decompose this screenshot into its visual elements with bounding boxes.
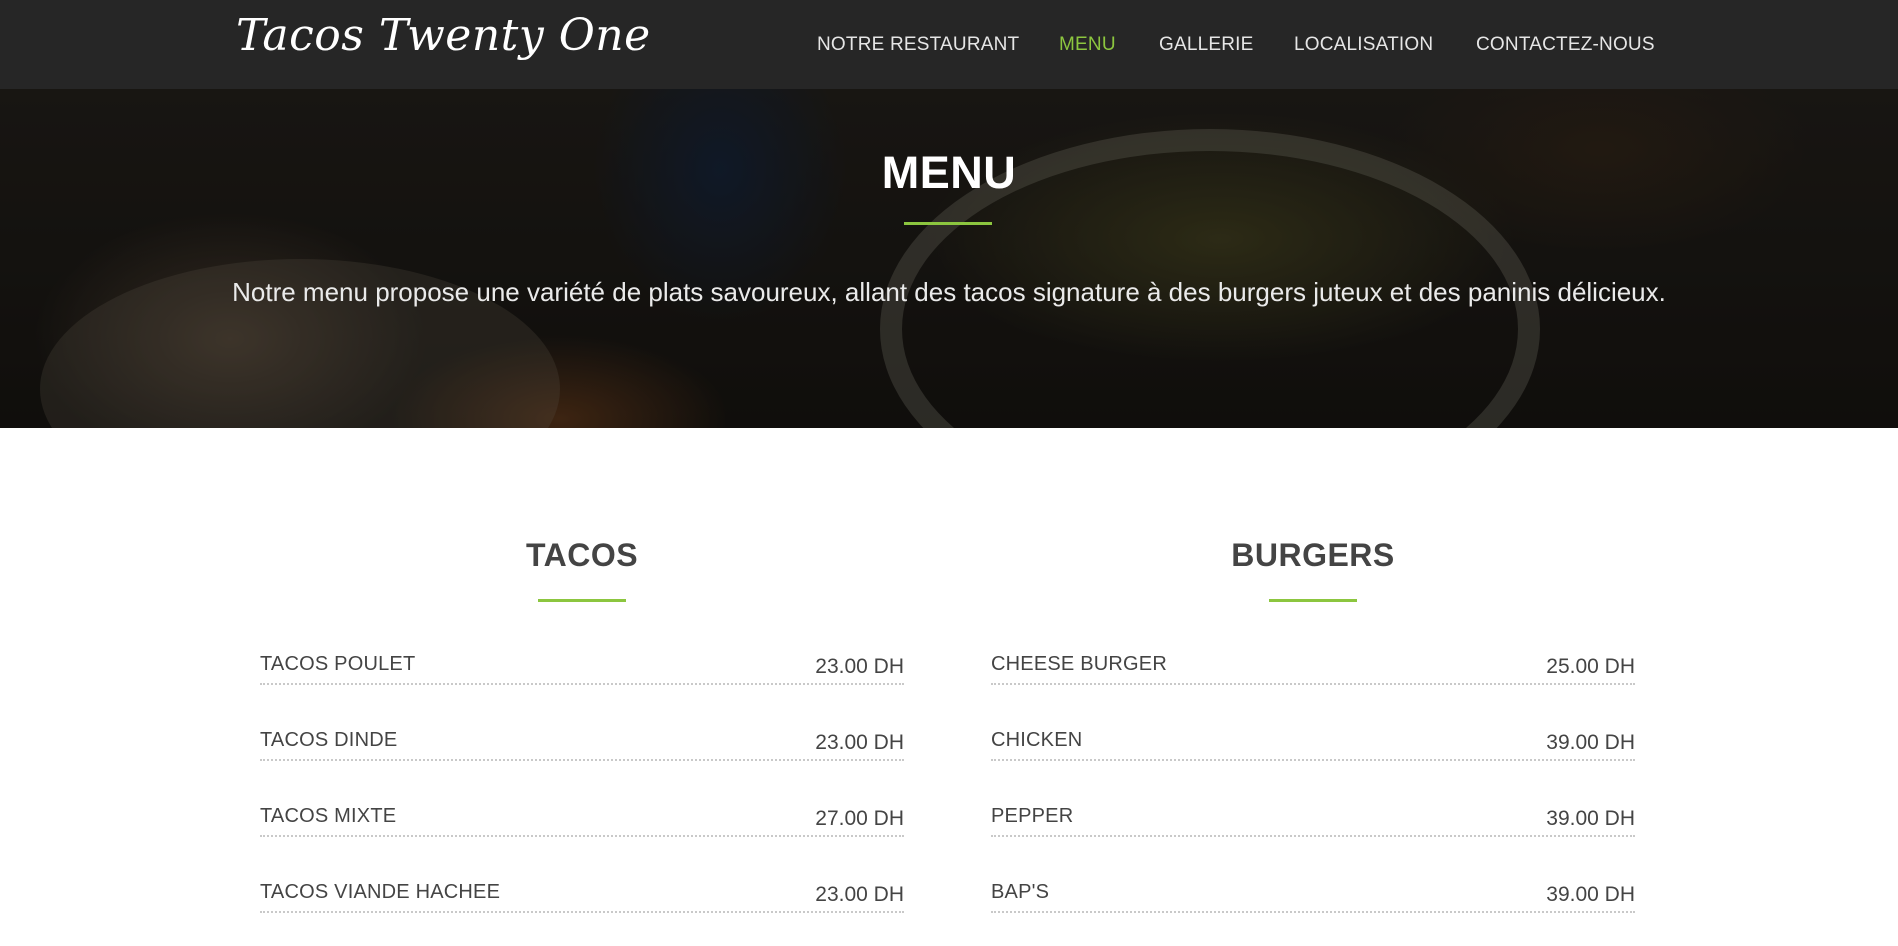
menu-item-name: PEPPER — [991, 805, 1074, 827]
menu-item-name: CHEESE BURGER — [991, 653, 1167, 675]
menu-item-name: BAP'S — [991, 881, 1050, 903]
menu-item-name: TACOS MIXTE — [260, 805, 397, 827]
nav-link-gallerie[interactable]: GALLERIE — [1159, 34, 1254, 56]
menu-item: PEPPER 39.00 DH — [991, 800, 1635, 837]
title-divider — [904, 222, 992, 225]
brand-logo[interactable]: Tacos Twenty One — [236, 10, 651, 61]
menu-item-name: TACOS POULET — [260, 653, 416, 675]
section-title: BURGERS — [1231, 537, 1395, 573]
menu-item-name: TACOS DINDE — [260, 729, 398, 751]
menu-item-price: 23.00 DH — [815, 655, 904, 678]
menu-item-price: 23.00 DH — [815, 731, 904, 754]
menu-item-price: 25.00 DH — [1546, 655, 1635, 678]
section-divider — [538, 599, 626, 602]
menu-item: TACOS VIANDE HACHEE 23.00 DH — [260, 876, 904, 913]
menu-item: TACOS MIXTE 27.00 DH — [260, 800, 904, 837]
menu-list: TACOS POULET 23.00 DH TACOS DINDE 23.00 … — [260, 648, 904, 913]
menu-item-price: 39.00 DH — [1546, 883, 1635, 906]
menu-item-name: CHICKEN — [991, 729, 1083, 751]
nav-link-notre-restaurant[interactable]: NOTRE RESTAURANT — [817, 34, 1019, 56]
section-divider — [1269, 599, 1357, 602]
menu-item-price: 39.00 DH — [1546, 731, 1635, 754]
menu-item-price: 39.00 DH — [1546, 807, 1635, 830]
nav-link-localisation[interactable]: LOCALISATION — [1294, 34, 1433, 56]
menu-item-name: TACOS VIANDE HACHEE — [260, 881, 501, 903]
navbar: Tacos Twenty One NOTRE RESTAURANT MENU G… — [0, 0, 1898, 89]
menu-section-tacos: TACOS TACOS POULET 23.00 DH TACOS DINDE … — [260, 535, 904, 946]
menu-section-burgers: BURGERS CHEESE BURGER 25.00 DH CHICKEN 3… — [991, 535, 1635, 946]
menu-item: TACOS DINDE 23.00 DH — [260, 724, 904, 761]
menu-item-price: 23.00 DH — [815, 883, 904, 906]
menu-list: CHEESE BURGER 25.00 DH CHICKEN 39.00 DH … — [991, 648, 1635, 913]
nav-link-menu[interactable]: MENU — [1059, 34, 1116, 56]
menu-item: CHICKEN 39.00 DH — [991, 724, 1635, 761]
hero-subtitle: Notre menu propose une variété de plats … — [232, 277, 1666, 307]
hero-banner: MENU Notre menu propose une variété de p… — [0, 89, 1898, 428]
hero-overlay — [0, 89, 1898, 428]
nav-link-contactez-nous[interactable]: CONTACTEZ-NOUS — [1476, 34, 1655, 56]
section-title: TACOS — [525, 537, 639, 573]
menu-item: BAP'S 39.00 DH — [991, 876, 1635, 913]
menu-item-price: 27.00 DH — [815, 807, 904, 830]
page-title: MENU — [881, 147, 1017, 198]
menu-item: TACOS POULET 23.00 DH — [260, 648, 904, 685]
menu-item: CHEESE BURGER 25.00 DH — [991, 648, 1635, 685]
